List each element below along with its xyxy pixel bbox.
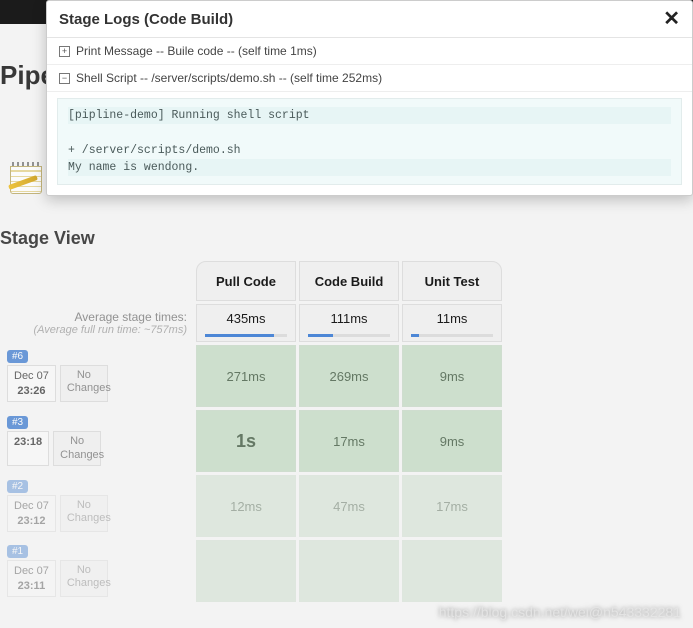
avg-cell-test: 11ms xyxy=(402,304,502,342)
stage-cell[interactable]: 17ms xyxy=(299,410,399,472)
run-changes: NoChanges xyxy=(60,560,108,597)
stage-cell[interactable]: 271ms xyxy=(196,345,296,407)
stage-cell[interactable]: 17ms xyxy=(402,475,502,537)
avg-value: 435ms xyxy=(226,311,265,326)
stage-cell[interactable]: 12ms xyxy=(196,475,296,537)
avg-value: 111ms xyxy=(330,311,367,326)
expand-icon[interactable]: − xyxy=(59,73,70,84)
avg-main-label: Average stage times: xyxy=(7,310,187,324)
run-changes: NoChanges xyxy=(60,365,108,402)
stage-view-title: Stage View xyxy=(0,228,95,249)
expand-icon[interactable]: + xyxy=(59,46,70,57)
avg-sub-label: (Average full run time: ~757ms) xyxy=(7,324,187,336)
run-badge[interactable]: #3 xyxy=(7,416,28,429)
stage-header-pull[interactable]: Pull Code xyxy=(196,261,296,301)
notepad-icon xyxy=(10,162,42,194)
close-icon[interactable]: ✕ xyxy=(663,9,680,29)
stage-view-table: Pull Code Code Build Unit Test Average s… xyxy=(4,258,505,605)
modal-title: Stage Logs (Code Build) xyxy=(59,11,233,28)
stage-cell[interactable] xyxy=(402,540,502,602)
log-step-label: Shell Script -- /server/scripts/demo.sh … xyxy=(76,71,382,85)
stage-cell[interactable]: 269ms xyxy=(299,345,399,407)
stage-cell[interactable]: 1s xyxy=(196,410,296,472)
run-changes: NoChanges xyxy=(53,431,101,465)
stage-header-build[interactable]: Code Build xyxy=(299,261,399,301)
stage-cell[interactable]: 47ms xyxy=(299,475,399,537)
run-badge[interactable]: #6 xyxy=(7,350,28,363)
run-datetime: Dec 0723:26 xyxy=(7,365,56,402)
watermark-text: https://blog.csdn.net/wei@n543332281 xyxy=(439,604,681,620)
log-step-label: Print Message -- Buile code -- (self tim… xyxy=(76,44,317,58)
stage-logs-modal: Stage Logs (Code Build) ✕ + Print Message… xyxy=(46,0,693,196)
log-output: [pipline-demo] Running shell script + /s… xyxy=(57,98,682,185)
run-badge[interactable]: #2 xyxy=(7,480,28,493)
log-step-row[interactable]: + Print Message -- Buile code -- (self ti… xyxy=(47,38,692,65)
avg-row-label: Average stage times: (Average full run t… xyxy=(7,304,193,342)
run-datetime: Dec 0723:12 xyxy=(7,495,56,532)
avg-cell-build: 111ms xyxy=(299,304,399,342)
stage-header-test[interactable]: Unit Test xyxy=(402,261,502,301)
log-step-row[interactable]: −Shell Script -- /server/scripts/demo.sh… xyxy=(47,65,692,92)
run-changes: NoChanges xyxy=(60,495,108,532)
avg-cell-pull: 435ms xyxy=(196,304,296,342)
stage-cell[interactable] xyxy=(299,540,399,602)
run-datetime: Dec 0723:11 xyxy=(7,560,56,597)
stage-cell[interactable]: 9ms xyxy=(402,345,502,407)
stage-cell[interactable]: 9ms xyxy=(402,410,502,472)
run-badge[interactable]: #1 xyxy=(7,545,28,558)
avg-value: 11ms xyxy=(437,311,468,326)
run-datetime: 23:18 xyxy=(7,431,49,465)
stage-cell[interactable] xyxy=(196,540,296,602)
